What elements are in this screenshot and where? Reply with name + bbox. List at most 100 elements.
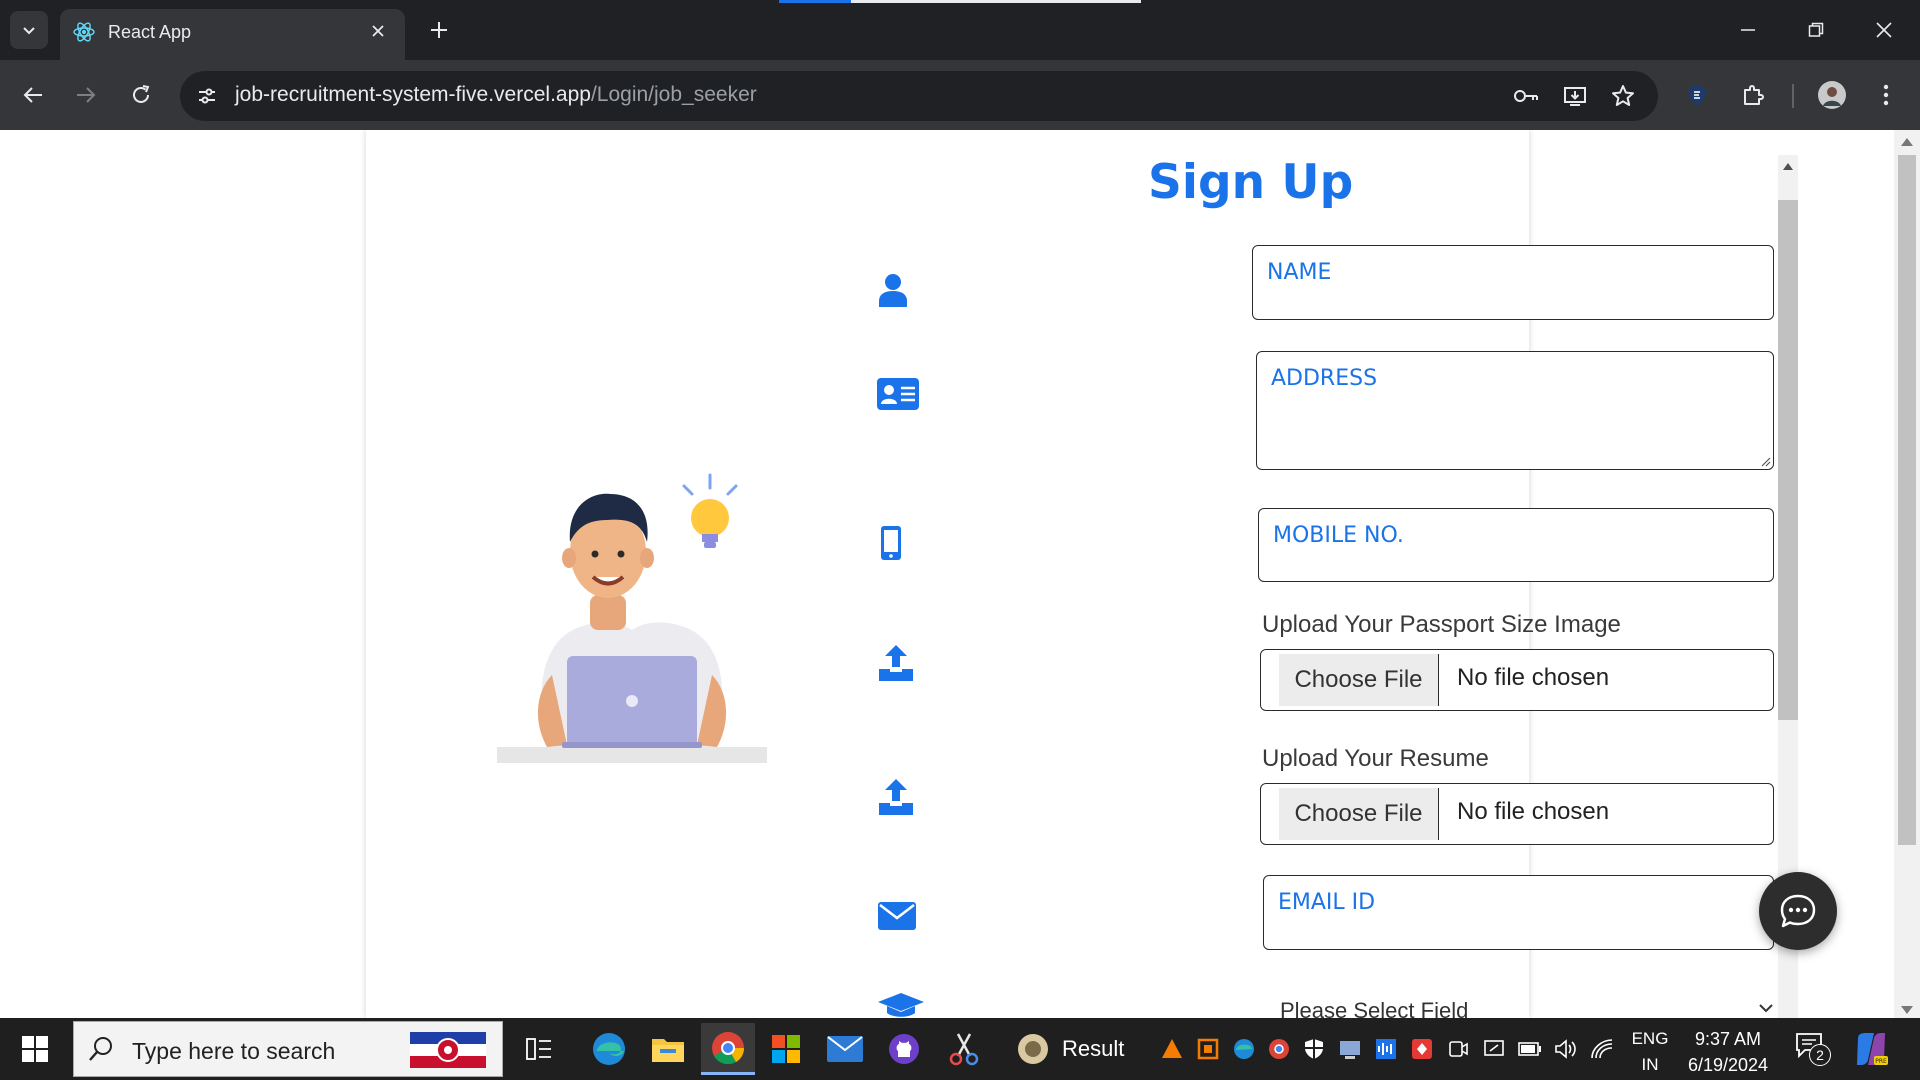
volume-icon[interactable] [1554, 1037, 1578, 1061]
tray-chrome-icon[interactable] [1267, 1037, 1291, 1061]
tab-close-button[interactable] [365, 18, 391, 44]
chevron-down-icon [1759, 1004, 1773, 1013]
address-bar[interactable]: job-recruitment-system-five.vercel.app/L… [180, 71, 1658, 121]
result-app-icon [1018, 1034, 1048, 1064]
restore-icon [1808, 22, 1824, 37]
tray-meet-icon[interactable] [1446, 1037, 1470, 1061]
tray-display-icon[interactable] [1482, 1037, 1506, 1061]
signup-form: Sign Up NAME ADDRESS MOBILE NO. Upload Y… [778, 155, 1828, 1018]
forward-button[interactable] [68, 77, 104, 113]
reload-button[interactable] [123, 77, 159, 113]
mobile-placeholder: MOBILE NO. [1273, 523, 1404, 548]
tray-audio-app-icon[interactable] [1374, 1037, 1398, 1061]
react-logo-icon [73, 22, 95, 42]
extension-shield-button[interactable] [1679, 77, 1715, 113]
close-icon [1876, 22, 1892, 38]
passport-file-input[interactable]: Choose File No file chosen [1260, 649, 1774, 711]
snipping-tool-app[interactable] [937, 1023, 991, 1075]
bookmark-button[interactable] [1608, 81, 1638, 111]
tune-icon [199, 88, 215, 104]
browser-menu-button[interactable] [1868, 77, 1904, 113]
start-button[interactable] [0, 1018, 70, 1080]
page-scrollbar[interactable] [1894, 130, 1920, 1018]
close-window-button[interactable] [1864, 12, 1904, 48]
form-scrollbar-thumb[interactable] [1778, 200, 1798, 720]
browser-tab[interactable]: React App [60, 9, 405, 60]
flag-highlight-icon [410, 1032, 486, 1068]
profile-button[interactable] [1814, 77, 1850, 113]
taskbar-search-box[interactable]: Type here to search [73, 1021, 503, 1077]
tray-red-app-icon[interactable] [1410, 1037, 1434, 1061]
clock-date: 6/19/2024 [1687, 1055, 1769, 1075]
graduation-cap-icon [878, 993, 924, 1018]
reload-icon [133, 85, 150, 103]
tray-office-icon[interactable] [1196, 1037, 1220, 1061]
page-scrollbar-thumb[interactable] [1898, 155, 1916, 845]
plus-icon [431, 22, 447, 38]
edge-app[interactable] [582, 1023, 636, 1075]
network-icon[interactable] [1590, 1037, 1614, 1061]
extensions-button[interactable] [1735, 77, 1771, 113]
mobile-phone-icon [880, 525, 902, 561]
resume-choose-file-button[interactable]: Choose File [1279, 788, 1439, 840]
install-app-button[interactable] [1560, 81, 1590, 111]
task-view-icon [526, 1038, 551, 1060]
page-viewport: Sign Up NAME ADDRESS MOBILE NO. Upload Y… [0, 130, 1920, 1018]
email-input[interactable]: EMAIL ID [1263, 875, 1774, 950]
copilot-icon[interactable]: PRE [1852, 1030, 1890, 1068]
address-placeholder: ADDRESS [1271, 366, 1378, 391]
mobile-input[interactable]: MOBILE NO. [1258, 508, 1774, 582]
install-icon [1564, 87, 1586, 106]
password-key-button[interactable] [1511, 81, 1541, 111]
new-tab-button[interactable] [424, 15, 454, 45]
github-desktop-app[interactable] [877, 1023, 931, 1075]
field-select[interactable]: Please Select Field [1280, 998, 1774, 1018]
task-view-button[interactable] [512, 1023, 566, 1075]
input-language-indicator[interactable]: ENG IN [1630, 1026, 1670, 1078]
chrome-app[interactable] [701, 1023, 755, 1075]
toolbar-divider [1792, 84, 1794, 108]
email-placeholder: EMAIL ID [1278, 890, 1376, 915]
notification-center-button[interactable]: 2 [1795, 1032, 1831, 1066]
back-button[interactable] [15, 77, 51, 113]
resume-file-input[interactable]: Choose File No file chosen [1260, 783, 1774, 845]
resize-handle-icon[interactable] [1759, 455, 1771, 467]
passport-choose-file-button[interactable]: Choose File [1279, 654, 1439, 706]
user-icon [878, 273, 908, 307]
tray-app-orange-icon[interactable] [1160, 1037, 1184, 1061]
edge-icon [593, 1033, 625, 1065]
tab-title: React App [108, 22, 192, 42]
address-textarea[interactable]: ADDRESS [1256, 351, 1774, 470]
chat-button[interactable] [1759, 872, 1837, 950]
search-icon [89, 1037, 112, 1061]
name-input[interactable]: NAME [1252, 245, 1774, 320]
resume-file-status: No file chosen [1457, 798, 1610, 825]
page-scroll-up-arrow[interactable] [1901, 138, 1913, 146]
result-app[interactable]: Result [1016, 1023, 1130, 1075]
restore-button[interactable] [1796, 12, 1836, 48]
page-scroll-down-arrow[interactable] [1901, 1006, 1913, 1014]
system-clock[interactable]: 9:37 AM 6/19/2024 [1682, 1026, 1774, 1078]
url-host: job-recruitment-system-five.vercel.app [235, 83, 591, 106]
key-icon [1514, 90, 1538, 102]
mail-app[interactable] [818, 1023, 872, 1075]
upload-icon [878, 778, 914, 816]
battery-icon[interactable] [1518, 1037, 1542, 1061]
close-icon [372, 25, 384, 37]
tab-search-button[interactable] [10, 11, 48, 49]
site-info-button[interactable] [192, 81, 222, 111]
minimize-button[interactable] [1728, 12, 1768, 48]
notification-count-badge: 2 [1809, 1044, 1831, 1066]
more-vert-icon [1883, 84, 1889, 106]
name-placeholder: NAME [1267, 260, 1332, 285]
chat-bubble-icon [1780, 894, 1816, 928]
form-scroll-up-arrow[interactable] [1783, 163, 1793, 170]
tray-edge-icon[interactable] [1232, 1037, 1256, 1061]
tray-monitor-icon[interactable] [1338, 1037, 1362, 1061]
file-explorer-app[interactable] [641, 1023, 695, 1075]
arrow-left-icon [23, 87, 42, 103]
tray-defender-icon[interactable] [1302, 1037, 1326, 1061]
result-app-label: Result [1062, 1036, 1125, 1061]
language-region: IN [1641, 1055, 1659, 1074]
microsoft-store-app[interactable] [759, 1023, 813, 1075]
